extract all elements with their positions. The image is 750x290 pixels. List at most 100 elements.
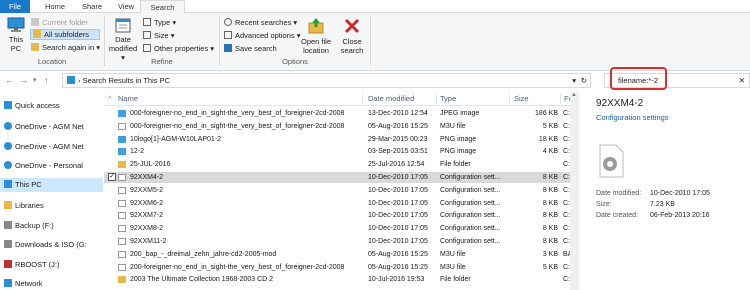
folder-icon <box>31 18 39 26</box>
back-arrow-icon[interactable]: ← <box>5 75 14 86</box>
file-size: 18 KB <box>538 135 558 143</box>
tab-view[interactable]: View <box>112 0 140 13</box>
properties-icon <box>143 44 151 52</box>
table-row[interactable]: 25-JUL-2016 25-Jul-2016 12:54 File folder C… <box>104 159 574 170</box>
file-list: ^ Name Date modified Type Size Fo 000-fo… <box>104 92 582 290</box>
table-row[interactable]: 92XXM7-2 10-Dec-2010 17:05 Configuration s… <box>104 210 574 221</box>
table-row[interactable]: 92XXM5-2 10-Dec-2010 17:05 Configuration s… <box>104 185 574 196</box>
file-date: 10-Dec-2010 17:05 <box>368 225 428 233</box>
this-pc-button[interactable]: This PC <box>4 17 28 53</box>
address-bar[interactable]: › Search Results in This PC ▾ ↻ <box>62 73 591 88</box>
table-row[interactable]: 2003 The Ultimate Collection 1968-2003 C… <box>104 274 574 285</box>
column-size[interactable]: Size <box>514 92 529 106</box>
column-name[interactable]: Name <box>118 92 138 106</box>
image-file-icon <box>118 135 126 143</box>
open-file-location-button[interactable]: Open file location <box>298 17 334 55</box>
column-type[interactable]: Type <box>440 92 456 106</box>
table-row[interactable]: 000-foreigner-no_end_in_sight-the_very_b… <box>104 108 574 119</box>
tab-search[interactable]: Search <box>140 0 185 14</box>
file-type: File folder <box>440 161 471 169</box>
file-date: 10-Dec-2010 17:05 <box>368 174 428 181</box>
nav-label: OneDrive - AGM Net <box>15 122 84 131</box>
nav-item-libraries[interactable]: Libraries <box>0 199 103 213</box>
size-label: Size <box>154 31 169 40</box>
file-date: 05-Aug-2016 15:25 <box>368 263 428 271</box>
chevron-down-icon[interactable]: ▾ <box>572 74 576 87</box>
details-date-created-label: Date created: <box>596 212 639 219</box>
search-again-button[interactable]: Search again in ▾ <box>31 42 100 53</box>
save-search-button[interactable]: Save search <box>224 43 277 54</box>
forward-arrow-icon[interactable]: → <box>19 75 28 86</box>
chevron-down-icon[interactable]: ▾ <box>33 75 37 86</box>
advanced-options-button[interactable]: Advanced options ▾ <box>224 30 301 41</box>
close-search-label: Close search <box>340 37 364 55</box>
nav-item-network[interactable]: Network <box>0 277 103 290</box>
document-file-icon <box>118 122 126 130</box>
up-arrow-icon[interactable]: ↑ <box>44 75 49 86</box>
file-type: M3U file <box>440 250 466 258</box>
nav-label: Backup (F:) <box>15 221 54 230</box>
file-name: 92XXM4-2 <box>130 174 164 181</box>
file-type: Configuration sett... <box>440 225 501 233</box>
file-name: 200_bap_-_dreimal_zehn_jahre-cd2-2005-mo… <box>130 250 277 258</box>
refresh-icon[interactable]: ↻ <box>581 74 587 87</box>
type-button[interactable]: Type ▾ <box>143 17 176 28</box>
file-date: 05-Aug-2016 15:25 <box>368 122 428 130</box>
table-row[interactable]: 92XXM8-2 10-Dec-2010 17:05 Configuration s… <box>104 223 574 234</box>
date-modified-button[interactable]: Date modified ▾ <box>107 17 139 62</box>
nav-item-rboost[interactable]: RBOOST (J:) <box>0 258 103 272</box>
table-row[interactable]: 92XXM6-2 10-Dec-2010 17:05 Configuration s… <box>104 198 574 209</box>
config-file-icon <box>118 238 126 245</box>
nav-item-onedrive-personal[interactable]: OneDrive - Personal <box>0 159 103 173</box>
tab-home[interactable]: Home <box>40 0 70 13</box>
nav-label: OneDrive - AGM Net <box>15 142 84 151</box>
table-row[interactable]: 200-foreigner-no_end_in_sight-the_very_b… <box>104 262 574 273</box>
column-divider[interactable] <box>560 94 561 104</box>
nav-item-onedrive-agm-2[interactable]: OneDrive - AGM Net <box>0 140 103 154</box>
column-divider[interactable] <box>362 94 363 104</box>
vertical-scrollbar[interactable]: ▲ <box>570 92 579 290</box>
nav-item-downloads-iso[interactable]: Downloads & ISO (G: <box>0 238 103 252</box>
scroll-up-icon[interactable]: ▲ <box>571 92 577 98</box>
this-pc-label: This PC <box>8 35 24 53</box>
details-date-created-value: 06-Feb-2013 20:16 <box>650 212 710 219</box>
all-subfolders-button[interactable]: All subfolders <box>30 29 100 40</box>
table-row[interactable]: 92XXM11-2 10-Dec-2010 17:05 Configuration … <box>104 236 574 247</box>
size-button[interactable]: Size ▾ <box>143 30 174 41</box>
file-date: 10-Dec-2010 17:05 <box>368 212 428 220</box>
details-file-name: 92XXM4-2 <box>596 98 644 109</box>
file-size: 3 KB <box>542 250 558 258</box>
table-row[interactable]: 000-foreigner-no_end_in_sight-the_very_b… <box>104 121 574 132</box>
nav-item-this-pc[interactable]: This PC <box>0 178 103 192</box>
table-row[interactable]: 10logo[1]-AGM-W10LAP01-2 29-Mar-2015 00:2… <box>104 134 574 145</box>
file-date: 25-Jul-2016 12:54 <box>368 161 425 169</box>
column-divider[interactable] <box>509 94 510 104</box>
column-header-row: ^ Name Date modified Type Size Fo <box>104 92 574 106</box>
file-name: 200-foreigner-no_end_in_sight-the_very_b… <box>130 263 345 271</box>
clear-search-icon[interactable]: ✕ <box>739 74 745 87</box>
file-size: 5 KB <box>542 122 558 130</box>
nav-item-onedrive-agm-1[interactable]: OneDrive - AGM Net <box>0 120 103 134</box>
details-size-label: Size: <box>596 201 612 208</box>
current-folder-label: Current folder <box>42 18 88 27</box>
nav-item-quick-access[interactable]: Quick access <box>0 99 103 113</box>
table-row[interactable]: 200_bap_-_dreimal_zehn_jahre-cd2-2005-mo… <box>104 249 574 260</box>
tab-file[interactable]: File <box>0 0 30 13</box>
other-properties-button[interactable]: Other properties ▾ <box>143 43 214 54</box>
current-folder-button[interactable]: Current folder <box>31 17 88 28</box>
folder-icon <box>118 161 126 169</box>
recent-searches-label: Recent searches <box>235 18 292 27</box>
table-row[interactable]: ✓ 92XXM4-2 10-Dec-2010 17:05 Configuration … <box>104 172 574 183</box>
tab-share[interactable]: Share <box>76 0 108 13</box>
recent-searches-button[interactable]: Recent searches ▾ <box>224 17 297 28</box>
column-date-modified[interactable]: Date modified <box>368 92 414 106</box>
table-row[interactable]: 12-2 03-Sep-2015 03:51 PNG image 4 KB C: <box>104 146 574 157</box>
row-checkbox[interactable]: ✓ <box>108 173 116 181</box>
file-size: 8 KB <box>542 238 558 245</box>
nav-item-backup[interactable]: Backup (F:) <box>0 219 103 233</box>
close-search-button[interactable]: Close search <box>338 17 366 55</box>
column-divider[interactable] <box>436 94 437 104</box>
file-name: 92XXM11-2 <box>130 238 167 245</box>
file-type: M3U file <box>440 122 466 130</box>
chevron-down-icon: ▾ <box>172 18 177 27</box>
